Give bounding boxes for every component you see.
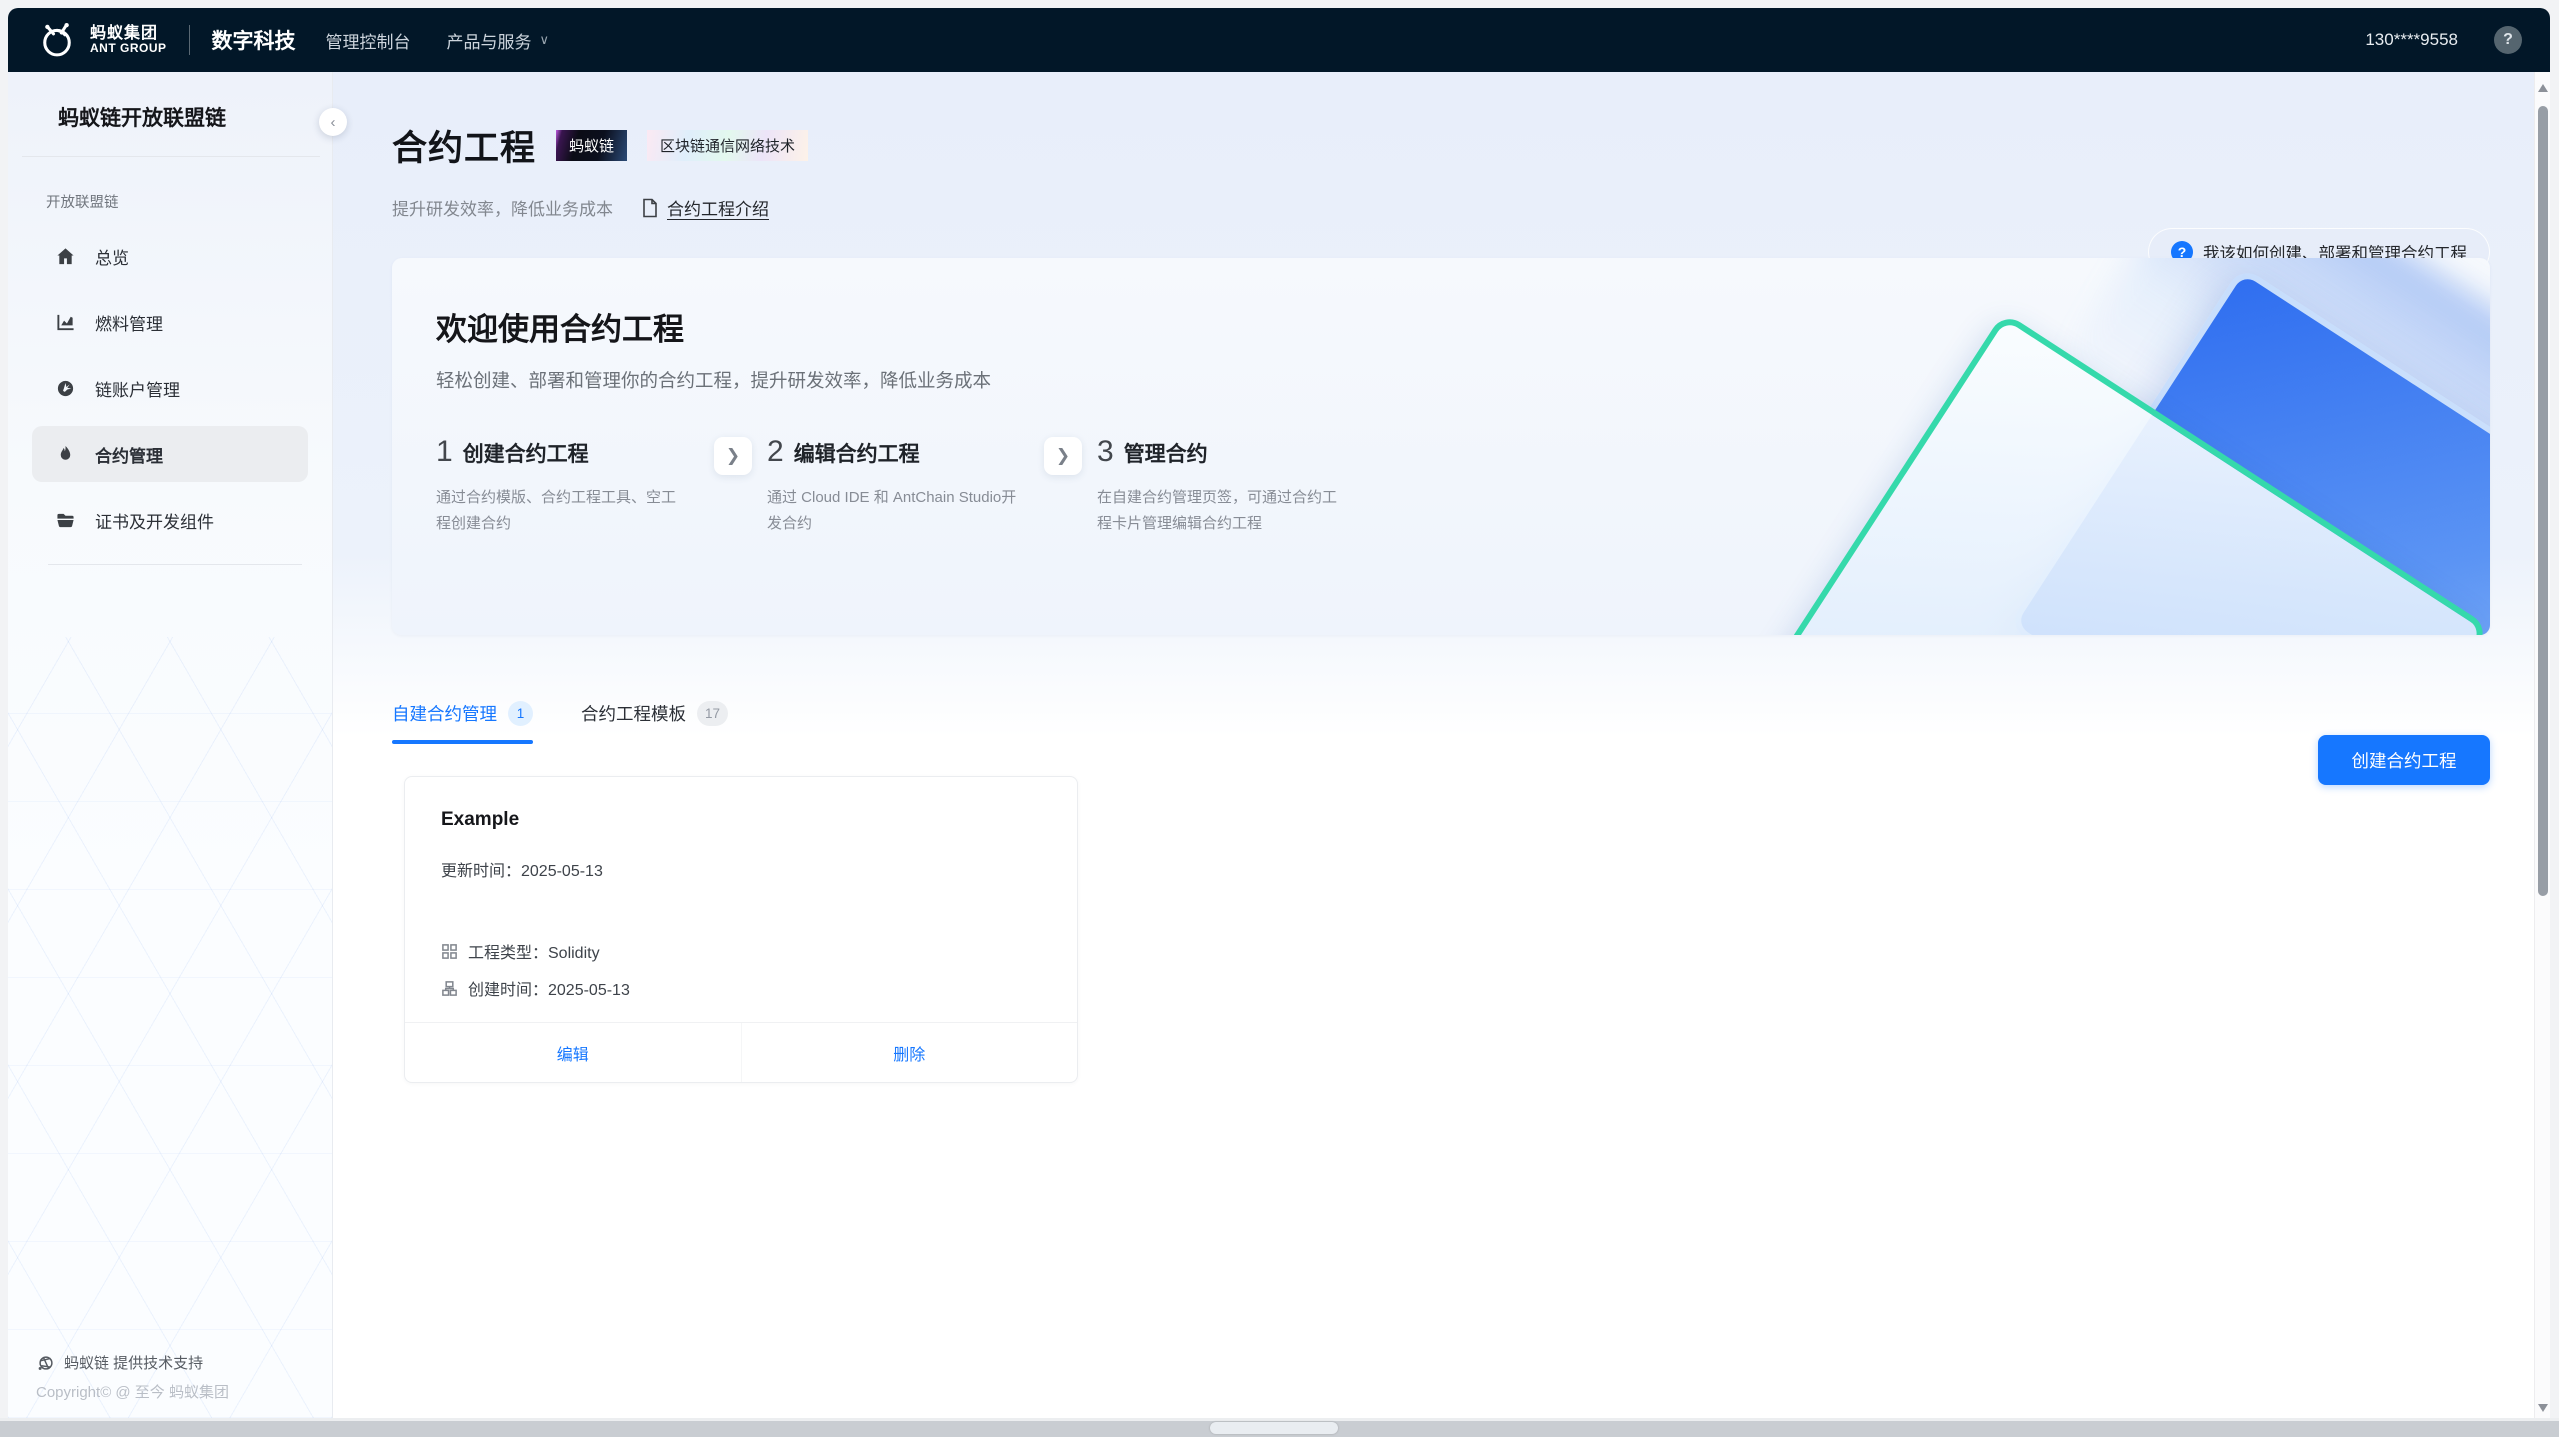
sidebar-item-label: 总览: [95, 244, 129, 269]
sidebar-item-certificates[interactable]: 证书及开发组件: [32, 492, 308, 548]
screen: 蚂蚁集团 ANT GROUP 数字科技 管理控制台 产品与服务 ∨ 130***…: [0, 0, 2559, 1437]
tab-count-badge: 17: [697, 701, 728, 726]
ant-logo-icon: [36, 19, 78, 61]
flame-icon: [56, 445, 75, 464]
sidebar-copyright: Copyright© @ 至今 蚂蚁集团: [36, 1381, 229, 1402]
page-title: 合约工程: [392, 120, 536, 171]
sidebar-item-chain-account[interactable]: 链账户管理: [32, 360, 308, 416]
tab-count-badge: 1: [508, 701, 533, 726]
project-updated-time: 更新时间：2025-05-13: [441, 857, 1041, 881]
sidebar-item-fuel[interactable]: 燃料管理: [32, 294, 308, 350]
document-icon: [641, 198, 659, 218]
delete-button[interactable]: 删除: [741, 1023, 1078, 1082]
project-created-row: 创建时间：2025-05-13: [441, 976, 1041, 1000]
chevron-down-icon: ∨: [540, 32, 550, 48]
scroll-down-arrow-icon[interactable]: [2538, 1404, 2548, 1412]
project-created-text: 创建时间：2025-05-13: [468, 976, 630, 1000]
tab-self-built-contracts[interactable]: 自建合约管理 1: [392, 701, 533, 726]
welcome-banner: 欢迎使用合约工程 轻松创建、部署和管理你的合约工程，提升研发效率，降低业务成本 …: [392, 258, 2490, 635]
scroll-up-arrow-icon[interactable]: [2538, 84, 2548, 92]
nav-brand-digital-tech[interactable]: 数字科技: [212, 25, 296, 55]
sidebar-item-overview[interactable]: 总览: [32, 228, 308, 284]
welcome-subtitle: 轻松创建、部署和管理你的合约工程，提升研发效率，降低业务成本: [436, 367, 2490, 393]
sidebar-divider-bottom: [48, 564, 302, 565]
nav-item-console[interactable]: 管理控制台: [326, 28, 411, 53]
step-number: 1: [436, 435, 453, 469]
step-arrow-button-2[interactable]: ❯: [1044, 437, 1082, 475]
logo-cn: 蚂蚁集团: [90, 25, 167, 43]
tab-label: 自建合约管理: [392, 701, 497, 726]
project-card[interactable]: Example 更新时间：2025-05-13 工程类型：Solidity: [404, 776, 1078, 1083]
tab-label: 合约工程模板: [581, 701, 686, 726]
sidebar-item-label: 合约管理: [95, 442, 163, 467]
step-title: 编辑合约工程: [794, 438, 920, 468]
horizontal-scrollbar-thumb[interactable]: [1210, 1422, 1338, 1434]
sidebar-item-label: 燃料管理: [95, 310, 163, 335]
sidebar-section-label: 开放联盟链: [46, 191, 332, 212]
home-icon: [56, 247, 75, 266]
intro-link[interactable]: 合约工程介绍: [641, 195, 769, 220]
page-subtitle: 提升研发效率，降低业务成本: [392, 195, 613, 220]
step-description: 通过 Cloud IDE 和 AntChain Studio开发合约: [767, 485, 1019, 538]
step-description: 在自建合约管理页签，可通过合约工程卡片管理编辑合约工程: [1097, 485, 1349, 538]
badge-blockchain-tech: 区块链通信网络技术: [647, 130, 808, 161]
project-type-icon: [441, 943, 458, 960]
vertical-scrollbar-thumb[interactable]: [2538, 106, 2548, 896]
step-edit: 2 编辑合约工程 通过 Cloud IDE 和 AntChain Studio开…: [767, 435, 1044, 538]
project-name: Example: [441, 809, 1041, 831]
user-phone-number[interactable]: 130****9558: [2365, 30, 2458, 50]
logo-text: 蚂蚁集团 ANT GROUP: [90, 25, 167, 56]
badge-antchain: 蚂蚁链: [556, 130, 627, 161]
step-title: 创建合约工程: [463, 438, 589, 468]
created-time-icon: [441, 980, 458, 997]
tabs-bar: 自建合约管理 1 合约工程模板 17: [333, 701, 2534, 726]
sidebar-item-label: 证书及开发组件: [95, 508, 214, 533]
project-type-text: 工程类型：Solidity: [468, 939, 600, 963]
project-card-actions: 编辑 删除: [405, 1022, 1077, 1082]
logo-en: ANT GROUP: [90, 42, 167, 55]
step-arrow-button-1[interactable]: ❯: [714, 437, 752, 475]
vertical-scrollbar[interactable]: [2534, 72, 2550, 1418]
sidebar-menu: 总览 燃料管理 链账户管理 合约管理: [8, 228, 332, 548]
intro-link-label: 合约工程介绍: [667, 195, 769, 220]
chevron-right-icon: ❯: [726, 446, 740, 466]
antchain-icon: [36, 1353, 56, 1373]
gauge-icon: [56, 379, 75, 398]
sidebar-support-text: 蚂蚁链 提供技术支持: [64, 1352, 203, 1373]
chevron-right-icon: ❯: [1056, 446, 1070, 466]
edit-button[interactable]: 编辑: [405, 1023, 741, 1082]
sidebar-footer: 蚂蚁链 提供技术支持 Copyright© @ 至今 蚂蚁集团: [36, 1352, 229, 1402]
create-contract-project-button[interactable]: 创建合约工程: [2318, 735, 2490, 785]
nav-item-products[interactable]: 产品与服务 ∨: [447, 28, 550, 53]
sidebar-item-label: 链账户管理: [95, 376, 180, 401]
step-create: 1 创建合约工程 通过合约模版、合约工程工具、空工程创建合约: [436, 435, 714, 538]
ant-group-logo[interactable]: 蚂蚁集团 ANT GROUP: [36, 19, 167, 61]
top-navbar: 蚂蚁集团 ANT GROUP 数字科技 管理控制台 产品与服务 ∨ 130***…: [8, 8, 2550, 72]
app-window: 蚂蚁集团 ANT GROUP 数字科技 管理控制台 产品与服务 ∨ 130***…: [8, 8, 2550, 1418]
sidebar-collapse-button[interactable]: ‹: [319, 108, 347, 136]
step-number: 3: [1097, 435, 1114, 469]
nav-divider: [189, 25, 190, 55]
tab-contract-templates[interactable]: 合约工程模板 17: [581, 701, 728, 726]
step-number: 2: [767, 435, 784, 469]
steps: 1 创建合约工程 通过合约模版、合约工程工具、空工程创建合约 ❯ 2: [436, 435, 2490, 538]
nav-products-label: 产品与服务: [447, 28, 532, 53]
main-content: 合约工程 蚂蚁链 区块链通信网络技术 提升研发效率，降低业务成本 合约工程介绍: [333, 72, 2534, 1418]
bar-chart-icon: [56, 313, 75, 332]
sidebar-divider-top: [22, 156, 320, 157]
page-header: 合约工程 蚂蚁链 区块链通信网络技术 提升研发效率，降低业务成本 合约工程介绍: [333, 72, 2534, 220]
step-title: 管理合约: [1124, 438, 1208, 468]
folder-icon: [56, 511, 75, 530]
welcome-title: 欢迎使用合约工程: [436, 304, 2490, 349]
step-description: 通过合约模版、合约工程工具、空工程创建合约: [436, 485, 688, 538]
horizontal-scrollbar[interactable]: [0, 1418, 2559, 1437]
sidebar: 蚂蚁链开放联盟链 开放联盟链 总览 燃料管理 链账户管理: [8, 72, 333, 1418]
step-manage: 3 管理合约 在自建合约管理页签，可通过合约工程卡片管理编辑合约工程: [1097, 435, 1375, 538]
project-type-row: 工程类型：Solidity: [441, 939, 1041, 963]
sidebar-item-contract-management[interactable]: 合约管理: [32, 426, 308, 482]
help-icon[interactable]: ?: [2494, 26, 2522, 54]
sidebar-title: 蚂蚁链开放联盟链: [8, 72, 332, 132]
